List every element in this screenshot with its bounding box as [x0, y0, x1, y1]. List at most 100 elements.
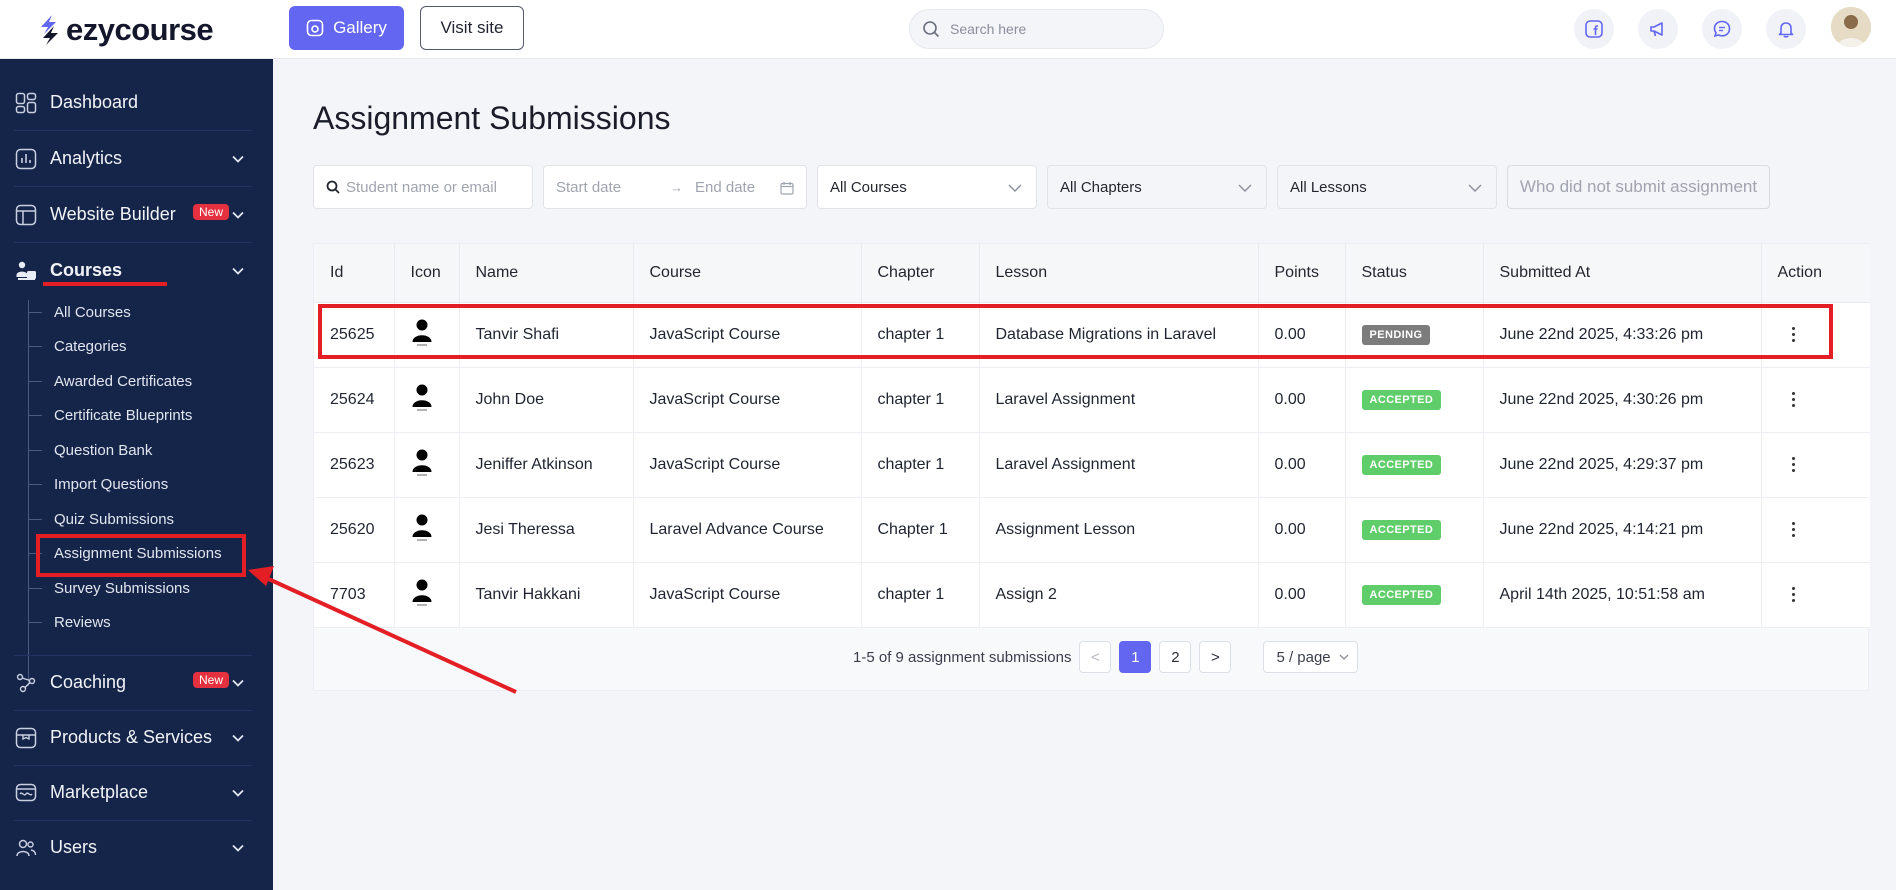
not-submitted-button[interactable]: Who did not submit assignment [1507, 165, 1770, 209]
column-header-course[interactable]: Course [633, 244, 862, 303]
sidebar-item-products-services[interactable]: Products & Services [0, 710, 273, 765]
cell-name[interactable]: Jesi Theressa [459, 497, 634, 563]
page-size-value: 5 / page [1276, 648, 1331, 666]
sidebar-subitem-certificate-blueprints[interactable]: Certificate Blueprints [28, 398, 192, 432]
search-input[interactable] [950, 21, 1140, 37]
notifications-button[interactable] [1766, 9, 1806, 49]
prev-page-button[interactable]: < [1079, 641, 1112, 673]
facebook-button[interactable] [1574, 9, 1614, 49]
column-header-id[interactable]: Id [314, 244, 395, 303]
sidebar-subitem-label: Import Questions [54, 475, 169, 493]
sidebar-item-coaching[interactable]: Coaching New [0, 655, 273, 710]
user-avatar[interactable] [1831, 7, 1871, 47]
cell-id: 25623 [314, 432, 395, 498]
courses-select[interactable]: All Courses [817, 165, 1037, 209]
lessons-select-value: All Lessons [1290, 178, 1367, 196]
annotation-highlight-box [36, 534, 246, 577]
lessons-select[interactable]: All Lessons [1277, 165, 1497, 209]
sidebar-item-label: Users [50, 837, 98, 857]
brand-logo[interactable]: ezycourse [38, 10, 214, 50]
more-actions-icon[interactable] [1791, 392, 1796, 407]
sidebar-item-analytics[interactable]: Analytics [0, 131, 273, 186]
cell-course: JavaScript Course [633, 562, 862, 628]
logo-mark-icon [41, 15, 58, 45]
table-row[interactable]: 25620 Jesi Theressa Laravel Advance Cour… [314, 497, 1870, 563]
cell-icon [394, 497, 460, 563]
sidebar-item-marketplace[interactable]: Marketplace [0, 765, 273, 820]
column-header-chapter[interactable]: Chapter [861, 244, 980, 303]
cell-name[interactable]: John Doe [459, 367, 634, 433]
annotation-underline [43, 282, 167, 286]
visit-site-button[interactable]: Visit site [420, 6, 524, 50]
gallery-button[interactable]: Gallery [289, 6, 404, 50]
cell-status: ACCEPTED [1345, 367, 1484, 433]
student-search-field[interactable]: Student name or email [313, 165, 533, 209]
cell-id: 7703 [314, 562, 395, 628]
cell-lesson: Assign 2 [979, 562, 1259, 628]
sidebar-item-label: Courses [50, 260, 123, 280]
sidebar-item-users[interactable]: Users [0, 820, 273, 875]
cell-chapter: chapter 1 [861, 432, 980, 498]
sidebar-item-courses[interactable]: Courses [0, 243, 273, 298]
sidebar-item-label: Products & Services [50, 727, 213, 747]
chevron-down-icon [232, 734, 244, 742]
sidebar-item-label: Analytics [50, 148, 123, 168]
column-header-points[interactable]: Points [1258, 244, 1346, 303]
more-actions-icon[interactable] [1791, 457, 1796, 472]
sidebar-subitem-import-questions[interactable]: Import Questions [28, 467, 168, 501]
search-box[interactable] [909, 9, 1164, 49]
sidebar-subitem-label: Awarded Certificates [54, 372, 193, 390]
cell-action [1761, 562, 1870, 628]
messages-button[interactable] [1702, 9, 1742, 49]
page-1-button[interactable]: 1 [1119, 641, 1152, 673]
table-row[interactable]: 25623 Jeniffer Atkinson JavaScript Cours… [314, 432, 1870, 498]
sidebar-subitem-question-bank[interactable]: Question Bank [28, 433, 152, 467]
bell-icon [1778, 22, 1794, 38]
page-size-select[interactable]: 5 / page [1263, 641, 1359, 673]
table-row[interactable]: 25624 John Doe JavaScript Course chapter… [314, 367, 1870, 433]
cell-status: ACCEPTED [1345, 562, 1484, 628]
chapters-select[interactable]: All Chapters [1047, 165, 1267, 209]
sidebar-subitem-label: Survey Submissions [54, 579, 190, 597]
next-page-button[interactable]: > [1199, 641, 1232, 673]
sidebar-subitem-awarded-certificates[interactable]: Awarded Certificates [28, 364, 192, 398]
cell-name[interactable]: Jeniffer Atkinson [459, 432, 634, 498]
sidebar-item-dashboard[interactable]: Dashboard [0, 75, 273, 130]
sidebar-subitem-label: Certificate Blueprints [54, 406, 193, 424]
status-badge: ACCEPTED [1361, 389, 1442, 410]
date-range-picker[interactable]: Start date → End date [543, 165, 807, 209]
cell-course: JavaScript Course [633, 432, 862, 498]
table-row[interactable]: 7703 Tanvir Hakkani JavaScript Course ch… [314, 562, 1870, 628]
sidebar-subitem-reviews[interactable]: Reviews [28, 605, 111, 639]
search-icon [923, 21, 940, 38]
cell-submitted-at: June 22nd 2025, 4:29:37 pm [1483, 432, 1762, 498]
chevron-down-icon [232, 267, 244, 275]
more-actions-icon[interactable] [1791, 522, 1796, 537]
column-header-submitted-at[interactable]: Submitted At [1483, 244, 1762, 303]
users-icon [14, 836, 38, 860]
column-header-action: Action [1761, 244, 1870, 303]
announcements-button[interactable] [1638, 9, 1678, 49]
chevron-down-icon [232, 844, 244, 852]
sidebar-subitem-label: All Courses [54, 303, 131, 321]
page-2-button[interactable]: 2 [1159, 641, 1192, 673]
dashboard-icon [14, 91, 38, 115]
column-header-name[interactable]: Name [459, 244, 634, 303]
chevron-down-icon [232, 789, 244, 797]
chapters-select-value: All Chapters [1060, 178, 1142, 196]
courses-icon [14, 259, 38, 283]
sidebar-subitem-all-courses[interactable]: All Courses [28, 295, 131, 329]
top-bar: ezycourse Gallery Visit site [0, 0, 1896, 59]
user-icon [412, 514, 431, 541]
sidebar-item-website-builder[interactable]: Website Builder New [0, 187, 273, 242]
more-actions-icon[interactable] [1791, 587, 1796, 602]
cell-id: 25620 [314, 497, 395, 563]
column-header-lesson[interactable]: Lesson [979, 244, 1259, 303]
cell-course: JavaScript Course [633, 367, 862, 433]
facebook-icon [1585, 20, 1603, 38]
end-date-placeholder: End date [695, 178, 756, 196]
sidebar-subitem-categories[interactable]: Categories [28, 329, 127, 363]
cell-name[interactable]: Tanvir Hakkani [459, 562, 634, 628]
sidebar-subitem-quiz-submissions[interactable]: Quiz Submissions [28, 502, 174, 536]
column-header-status[interactable]: Status [1345, 244, 1484, 303]
